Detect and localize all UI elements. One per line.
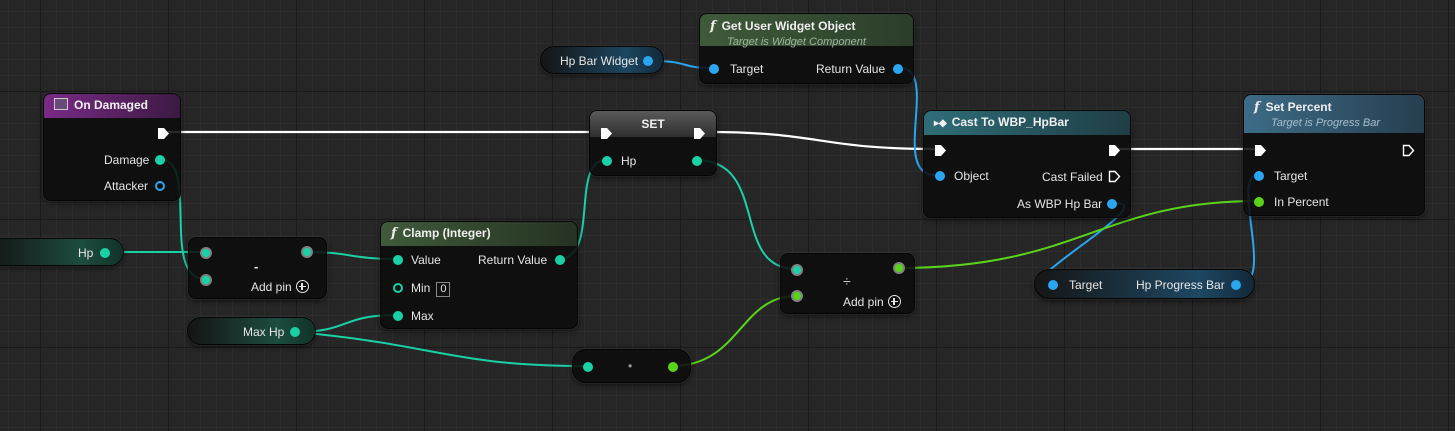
get-widget-return-label: Return Value <box>816 62 886 76</box>
max-hp-variable[interactable]: Max Hp <box>187 317 316 345</box>
subtract-node[interactable]: - Add pin <box>188 237 327 299</box>
progress-bar-target-pin[interactable] <box>1048 280 1058 290</box>
integer-wire <box>295 331 589 367</box>
divide-symbol: ÷ <box>843 273 851 289</box>
cast-object-input-pin[interactable] <box>935 171 945 181</box>
function-icon: f <box>710 19 716 34</box>
get-widget-return-pin[interactable] <box>893 64 903 74</box>
hp-getter-variable[interactable]: Hp <box>0 238 124 266</box>
clamp-min-text: Min <box>411 281 431 295</box>
set-percent-title: Set Percent <box>1265 100 1332 114</box>
get-widget-header: f Get User Widget Object Target is Widget… <box>700 14 913 48</box>
function-icon: f <box>1254 100 1260 115</box>
get-widget-target-pin[interactable] <box>709 64 719 74</box>
cast-failed-label: Cast Failed <box>1042 170 1103 184</box>
cast-object-label: Object <box>954 169 989 183</box>
subtract-input-b-pin[interactable] <box>200 274 212 286</box>
set-percent-in-percent-pin[interactable] <box>1254 197 1264 207</box>
clamp-header: f Clamp (Integer) <box>381 222 577 246</box>
set-hp-label: Hp <box>621 154 637 168</box>
set-percent-in-percent-label: In Percent <box>1274 195 1329 209</box>
clamp-max-label: Max <box>411 309 434 323</box>
set-percent-target-pin[interactable] <box>1254 171 1264 181</box>
cast-header: ▸◆ Cast To WBP_HpBar <box>924 111 1130 135</box>
clamp-min-value-field[interactable]: 0 <box>436 282 451 297</box>
subtract-input-a-pin[interactable] <box>200 247 212 259</box>
attacker-output-pin[interactable] <box>155 181 165 191</box>
conversion-output-pin[interactable] <box>668 362 678 372</box>
cast-to-wbp-hpbar-node[interactable]: ▸◆ Cast To WBP_HpBar Object Cast Failed A… <box>923 110 1131 218</box>
progress-bar-value-label: Hp Progress Bar <box>1136 278 1225 292</box>
cast-icon: ▸◆ <box>934 118 947 129</box>
hp-bar-widget-output-pin[interactable] <box>643 56 653 66</box>
on-damaged-header: On Damaged <box>44 94 180 118</box>
clamp-value-input-pin[interactable] <box>393 255 403 265</box>
divide-input-a-pin[interactable] <box>791 264 803 276</box>
set-hp-input-pin[interactable] <box>602 156 612 166</box>
divide-add-pin-label: Add pin <box>843 295 884 309</box>
clamp-max-input-pin[interactable] <box>393 311 403 321</box>
on-damaged-exec-out-pin[interactable] <box>157 127 170 140</box>
divide-add-pin-button[interactable]: Add pin <box>843 295 901 309</box>
set-exec-out-pin[interactable] <box>693 127 706 140</box>
subtract-symbol: - <box>254 259 259 274</box>
set-percent-node[interactable]: f Set Percent Target is Progress Bar Targ… <box>1243 94 1425 216</box>
set-percent-target-label: Target <box>1274 169 1308 183</box>
clamp-min-label: Min 0 <box>411 281 451 297</box>
set-exec-in-pin[interactable] <box>600 127 613 140</box>
cast-exec-in-pin[interactable] <box>934 144 947 157</box>
divide-output-pin[interactable] <box>893 262 905 274</box>
clamp-title: Clamp (Integer) <box>402 226 491 240</box>
damage-output-pin[interactable] <box>155 155 165 165</box>
get-widget-title: Get User Widget Object <box>721 19 856 33</box>
get-widget-target-label: Target <box>730 62 764 76</box>
function-icon: f <box>391 226 397 241</box>
max-hp-label: Max Hp <box>243 325 285 339</box>
set-percent-subtitle: Target is Progress Bar <box>1271 117 1381 129</box>
conversion-input-pin[interactable] <box>583 362 593 372</box>
cast-as-wbp-label: As WBP Hp Bar <box>1017 197 1103 211</box>
subtract-add-pin-button[interactable]: Add pin <box>251 280 309 294</box>
cast-as-wbp-output-pin[interactable] <box>1107 199 1117 209</box>
event-icon <box>54 98 68 110</box>
int-to-float-conversion-node[interactable]: • <box>572 349 691 383</box>
conversion-symbol: • <box>628 359 633 373</box>
divide-node[interactable]: ÷ Add pin <box>780 253 915 314</box>
get-user-widget-object-node[interactable]: f Get User Widget Object Target is Widget… <box>699 13 914 84</box>
cast-exec-out-pin[interactable] <box>1108 144 1121 157</box>
hp-getter-label: Hp <box>78 246 94 260</box>
float-wire <box>671 295 797 367</box>
hp-bar-widget-label: Hp Bar Widget <box>560 54 639 68</box>
set-percent-header: f Set Percent Target is Progress Bar <box>1244 95 1424 133</box>
cast-title: Cast To WBP_HpBar <box>951 115 1069 129</box>
divide-input-b-pin[interactable] <box>791 290 803 302</box>
add-pin-plus-icon <box>887 295 901 308</box>
subtract-add-pin-label: Add pin <box>251 280 292 294</box>
integer-wire <box>695 159 797 270</box>
damage-label: Damage <box>104 153 150 167</box>
progress-bar-target-label: Target <box>1069 278 1103 292</box>
max-hp-output-pin[interactable] <box>290 327 300 337</box>
get-widget-subtitle: Target is Widget Component <box>727 36 866 48</box>
cast-failed-exec-pin[interactable] <box>1108 170 1121 183</box>
set-hp-output-pin[interactable] <box>692 156 702 166</box>
set-percent-exec-out-pin[interactable] <box>1402 144 1415 157</box>
clamp-min-input-pin[interactable] <box>393 283 403 293</box>
clamp-integer-node[interactable]: f Clamp (Integer) Value Return Value Min 0… <box>380 221 578 329</box>
add-pin-plus-icon <box>295 280 309 293</box>
on-damaged-title: On Damaged <box>74 98 149 112</box>
set-hp-node[interactable]: SET Hp <box>589 110 717 176</box>
clamp-return-output-pin[interactable] <box>555 255 565 265</box>
progress-bar-output-pin[interactable] <box>1231 280 1241 290</box>
hp-getter-output-pin[interactable] <box>100 248 110 258</box>
hp-bar-widget-variable[interactable]: Hp Bar Widget <box>540 46 664 74</box>
clamp-value-label: Value <box>411 253 441 267</box>
attacker-label: Attacker <box>104 179 149 193</box>
set-percent-exec-in-pin[interactable] <box>1254 144 1267 157</box>
clamp-return-label: Return Value <box>478 253 548 267</box>
exec-wire <box>707 130 936 151</box>
on-damaged-event-node[interactable]: On Damaged Damage Attacker <box>43 93 181 201</box>
subtract-output-pin[interactable] <box>301 246 313 258</box>
hp-progress-bar-getter[interactable]: Target Hp Progress Bar <box>1034 269 1255 299</box>
